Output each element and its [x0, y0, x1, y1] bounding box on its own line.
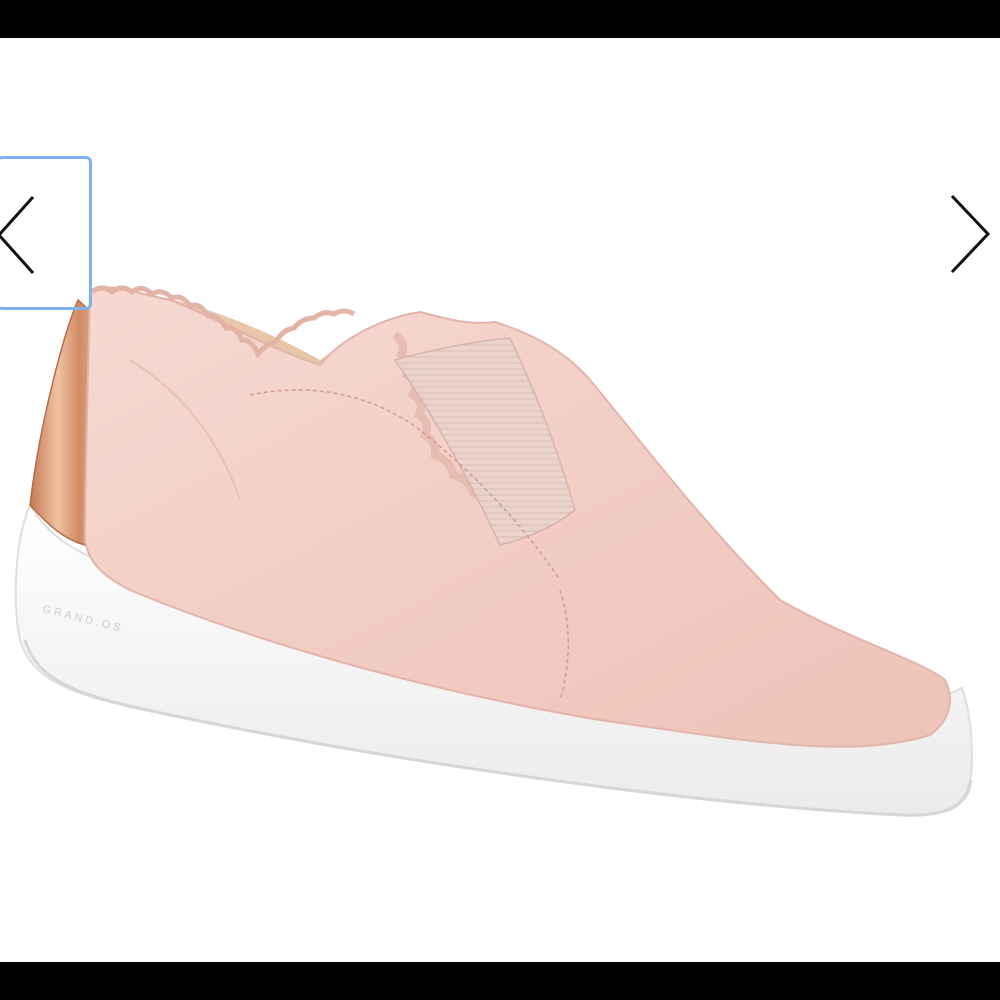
chevron-left-icon	[0, 195, 35, 275]
image-viewer: GRAND.OS	[0, 38, 1000, 962]
chevron-right-icon	[950, 194, 991, 274]
previous-image-button[interactable]	[0, 156, 92, 310]
product-image: GRAND.OS	[14, 285, 974, 817]
bottom-letterbox-bar	[0, 962, 1000, 1000]
next-image-button[interactable]	[940, 186, 996, 278]
top-letterbox-bar	[0, 0, 1000, 38]
